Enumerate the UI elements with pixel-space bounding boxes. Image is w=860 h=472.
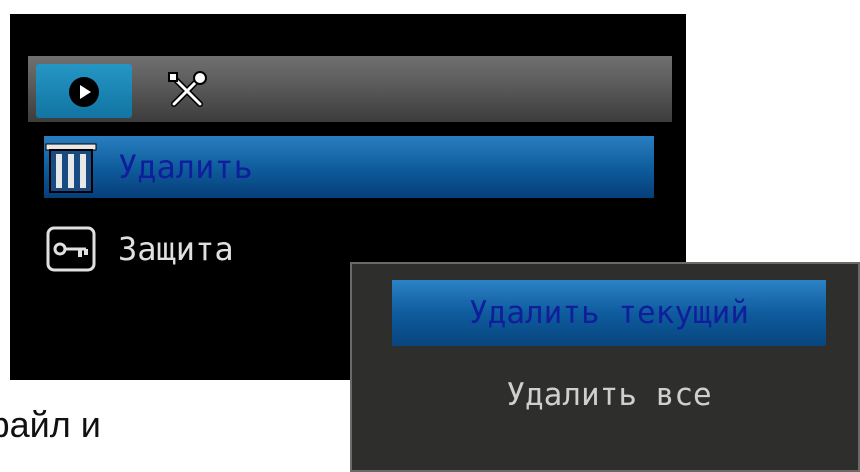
trash-icon <box>44 142 98 214</box>
delete-options-popup: Удалить текущий Удалить все <box>350 262 860 472</box>
tools-icon <box>166 70 210 116</box>
menu-item-label: Удалить <box>118 148 253 186</box>
delete-current-option[interactable]: Удалить текущий <box>392 280 826 346</box>
delete-all-option[interactable]: Удалить все <box>392 362 826 428</box>
key-icon <box>44 224 98 294</box>
play-icon <box>68 76 100 112</box>
menu-item-label: Защита <box>118 230 234 268</box>
tab-playback[interactable] <box>36 64 132 118</box>
caption-text: файл и <box>0 404 101 445</box>
menu-item-delete[interactable]: Удалить <box>44 136 654 198</box>
tab-settings[interactable] <box>158 64 218 118</box>
tab-bar <box>28 56 672 122</box>
